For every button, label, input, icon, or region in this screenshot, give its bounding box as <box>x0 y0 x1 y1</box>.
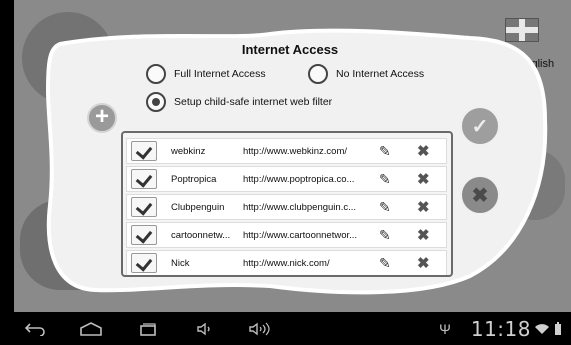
site-url: http://www.cartoonnetwor... <box>243 229 358 241</box>
option-no-internet[interactable]: No Internet Access <box>308 64 424 84</box>
radio-button-selected[interactable] <box>146 92 166 112</box>
back-icon[interactable] <box>22 312 48 345</box>
cross-icon[interactable]: ✖ <box>417 198 430 216</box>
pencil-icon[interactable]: ✎ <box>379 171 391 188</box>
plus-icon: + <box>94 103 109 130</box>
site-url: http://www.poptropica.co... <box>243 173 355 185</box>
usb-icon: Ψ <box>439 320 451 337</box>
pencil-icon[interactable]: ✎ <box>379 255 391 272</box>
option-label: No Internet Access <box>336 68 425 80</box>
site-checkbox[interactable] <box>131 169 157 189</box>
site-name: webkinz <box>171 145 206 157</box>
pencil-icon[interactable]: ✎ <box>379 143 391 160</box>
site-row[interactable]: webkinz http://www.webkinz.com/ ✎ ✖ <box>126 138 447 164</box>
cross-icon[interactable]: ✖ <box>417 254 430 272</box>
site-name: cartoonnetw... <box>171 229 231 241</box>
system-nav-bar: Ψ 11:18 <box>0 312 571 345</box>
confirm-button[interactable]: ✓ <box>460 106 500 146</box>
site-list[interactable]: webkinz http://www.webkinz.com/ ✎ ✖ Popt… <box>121 131 453 277</box>
dialog-title: Internet Access <box>241 42 339 57</box>
cross-icon[interactable]: ✖ <box>417 170 430 188</box>
pencil-icon[interactable]: ✎ <box>379 199 391 216</box>
radio-button[interactable] <box>146 64 166 84</box>
site-name: Clubpenguin <box>171 201 225 213</box>
wifi-icon <box>534 312 550 345</box>
site-checkbox[interactable] <box>131 141 157 161</box>
site-checkbox[interactable] <box>131 253 157 273</box>
site-url: http://www.nick.com/ <box>243 257 330 269</box>
cross-icon[interactable]: ✖ <box>417 226 430 244</box>
battery-icon <box>552 312 564 345</box>
site-checkbox[interactable] <box>131 225 157 245</box>
site-row[interactable]: Poptropica http://www.poptropica.co... ✎… <box>126 166 447 192</box>
site-checkbox[interactable] <box>131 197 157 217</box>
option-label: Full Internet Access <box>174 68 266 80</box>
recent-apps-icon[interactable] <box>136 312 160 345</box>
site-name: Poptropica <box>171 173 217 185</box>
site-row[interactable]: Nick http://www.nick.com/ ✎ ✖ <box>126 250 447 275</box>
volume-up-icon[interactable] <box>246 312 274 345</box>
site-row[interactable]: cartoonnetw... http://www.cartoonnetwor.… <box>126 222 447 248</box>
option-label: Setup child-safe internet web filter <box>174 96 333 108</box>
site-name: Nick <box>171 257 190 269</box>
x-icon: ✖ <box>471 184 489 207</box>
site-row[interactable]: Clubpenguin http://www.clubpenguin.c... … <box>126 194 447 220</box>
pencil-icon[interactable]: ✎ <box>379 227 391 244</box>
cross-icon[interactable]: ✖ <box>417 142 430 160</box>
check-icon: ✓ <box>471 115 489 138</box>
site-url: http://www.clubpenguin.c... <box>243 201 357 213</box>
cancel-button[interactable]: ✖ <box>460 175 500 215</box>
home-icon[interactable] <box>77 312 105 345</box>
add-site-button[interactable]: + <box>87 103 117 133</box>
option-web-filter[interactable]: Setup child-safe internet web filter <box>146 92 332 112</box>
option-full-internet[interactable]: Full Internet Access <box>146 64 266 84</box>
status-time: 11:18 <box>470 317 531 341</box>
radio-button[interactable] <box>308 64 328 84</box>
volume-down-icon[interactable] <box>193 312 217 345</box>
site-url: http://www.webkinz.com/ <box>243 145 348 157</box>
